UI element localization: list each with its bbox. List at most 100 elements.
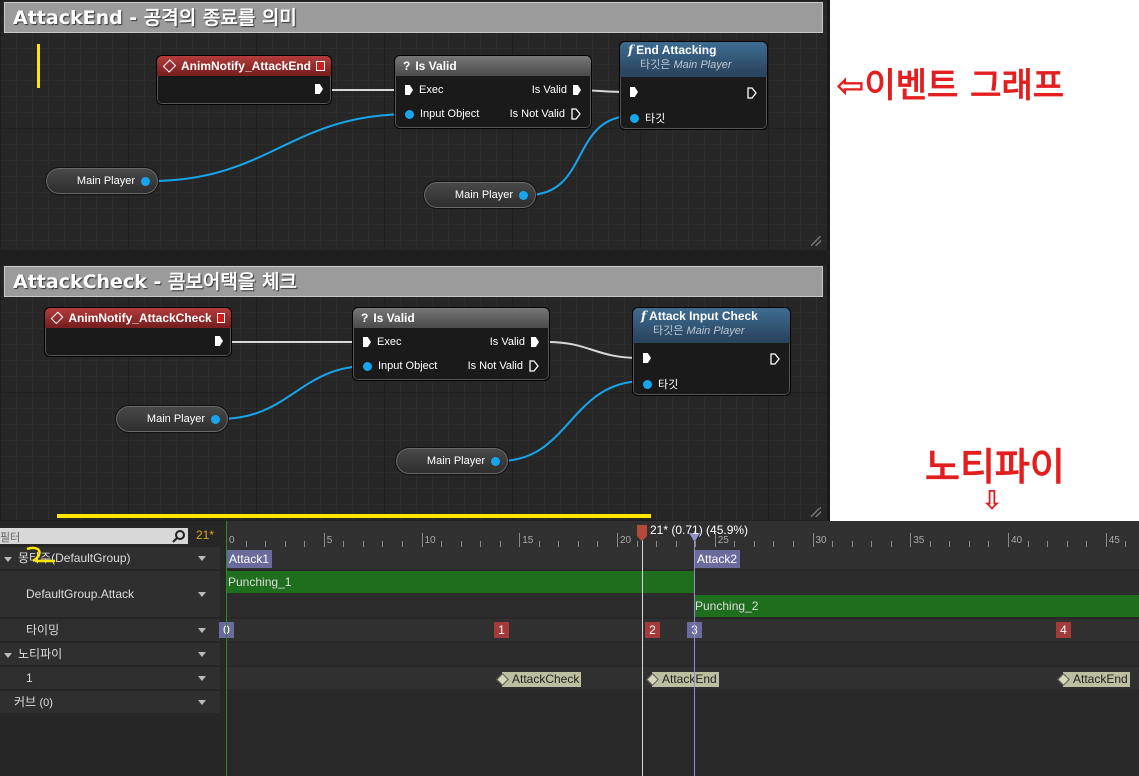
target-pin-icon[interactable]	[643, 379, 652, 389]
event-diamond-icon	[50, 311, 64, 325]
timing-marker[interactable]: 1	[494, 622, 509, 638]
delegate-pin-icon[interactable]	[316, 61, 325, 71]
variable-out-pin-icon[interactable]	[141, 176, 150, 186]
scrubber-label: 21* (0.71) (45.9%)	[650, 523, 749, 537]
filter-box[interactable]: 필터	[0, 528, 188, 544]
target-class: Main Player	[673, 59, 732, 71]
row-timing[interactable]: 타이밍	[0, 619, 220, 641]
chevron-down-icon[interactable]	[198, 556, 206, 561]
exec-in-pin-icon[interactable]	[405, 85, 413, 95]
function-node-attack-input-check[interactable]: f Attack Input Check 타깃은 Main Player 타깃	[632, 307, 791, 396]
notify-attackend[interactable]: AttackEnd	[652, 672, 719, 687]
segment-label: Punching_2	[695, 599, 759, 613]
ruler-tick-label: 35	[913, 535, 925, 546]
segment-punching-2[interactable]: Punching_2	[694, 595, 1139, 617]
variable-node-main-player[interactable]: Main Player	[423, 181, 537, 209]
is-not-valid-label: Is Not Valid	[509, 108, 565, 120]
event-node-label: AnimNotify_AttackCheck	[68, 311, 212, 325]
variable-out-pin-icon[interactable]	[211, 414, 220, 424]
exec-out-pin-icon[interactable]	[770, 353, 780, 365]
ruler-tick-label: 0	[229, 535, 235, 546]
function-icon: f	[628, 43, 634, 57]
yellow-underline-annotation	[57, 514, 651, 518]
is-valid-label: Is Valid	[531, 84, 567, 96]
ruler-tick	[519, 533, 521, 547]
exec-in-pin-icon[interactable]	[363, 337, 371, 347]
resize-grip-icon[interactable]	[811, 507, 821, 517]
isvalid-node-header: ? Is Valid	[353, 308, 549, 328]
filter-input[interactable]: 필터	[0, 529, 20, 545]
chevron-down-icon[interactable]	[198, 700, 206, 705]
exec-out-pin-icon[interactable]	[747, 87, 757, 99]
event-node-animnotify-attackcheck[interactable]: AnimNotify_AttackCheck	[44, 307, 232, 357]
exec-in-pin-icon[interactable]	[630, 87, 638, 97]
ruler-tick	[617, 533, 618, 547]
chevron-down-icon[interactable]	[198, 652, 206, 657]
event-node-animnotify-attackend[interactable]: AnimNotify_AttackEnd	[156, 55, 332, 105]
expand-arrow-icon[interactable]	[4, 653, 12, 658]
exec-in-pin-icon[interactable]	[643, 353, 651, 363]
isvalid-node[interactable]: ? Is Valid Exec Is Valid Input Object Is…	[394, 55, 592, 129]
annotation-event-graph: ⇦이벤트 그래프	[836, 66, 1065, 106]
chevron-down-icon[interactable]	[198, 592, 206, 597]
annotation-down-arrow-icon: ⇩	[981, 486, 1003, 516]
notify-attackend[interactable]: AttackEnd	[1063, 672, 1130, 687]
track-area[interactable]: 0 5 10 15 20 25 30 35 40 45 Attack1 Attack2 Punch…	[219, 521, 1139, 776]
section-attack1[interactable]: Attack1	[226, 550, 273, 568]
notify-attackcheck[interactable]: AttackCheck	[502, 672, 582, 687]
row-notify-track[interactable]: 1	[0, 667, 220, 689]
chevron-down-icon[interactable]	[198, 676, 206, 681]
panel-divider	[0, 250, 830, 264]
ruler-tick-label: 15	[522, 535, 534, 546]
track-band-timing	[226, 619, 1139, 641]
variable-node-main-player[interactable]: Main Player	[115, 405, 229, 433]
input-object-pin-icon[interactable]	[405, 109, 414, 119]
section-line	[694, 531, 695, 776]
isvalid-node-header: ? Is Valid	[395, 56, 591, 76]
segment-label: Punching_1	[228, 575, 292, 589]
input-object-label: Input Object	[378, 360, 438, 372]
ruler-tick-label: 10	[424, 535, 436, 546]
exec-out-pin-icon[interactable]	[215, 336, 223, 346]
row-notifies[interactable]: 노티파이	[0, 643, 220, 665]
is-valid-pin-icon[interactable]	[573, 85, 581, 95]
isvalid-node[interactable]: ? Is Valid Exec Is Valid Input Object Is…	[352, 307, 550, 381]
variable-out-pin-icon[interactable]	[519, 190, 528, 200]
event-graph-panel-attackcheck[interactable]: AttackCheck - 콤보어택을 체크 AnimNotify_Attack…	[0, 264, 830, 521]
montage-timeline[interactable]: 필터 21* 몽타주(DefaultGroup) DefaultGroup.At…	[0, 521, 1139, 776]
exec-pin-label: Exec	[377, 336, 402, 348]
resize-grip-icon[interactable]	[811, 236, 821, 246]
ruler-tick	[910, 533, 912, 547]
input-object-label: Input Object	[420, 108, 480, 120]
timing-marker[interactable]: 2	[645, 622, 660, 638]
isvalid-title: Is Valid	[373, 311, 415, 325]
input-object-pin-icon[interactable]	[363, 361, 372, 371]
chevron-down-icon[interactable]	[198, 628, 206, 633]
section-attack2[interactable]: Attack2	[694, 550, 741, 568]
function-node-end-attacking[interactable]: f End Attacking 타깃은 Main Player 타깃	[619, 41, 768, 130]
is-not-valid-pin-icon[interactable]	[571, 108, 581, 120]
variable-out-pin-icon[interactable]	[491, 456, 500, 466]
ruler-tick	[1105, 533, 1107, 547]
exec-out-pin-icon[interactable]	[315, 84, 323, 94]
event-graph-panel-attackend[interactable]: AttackEnd - 공격의 종료를 의미 AnimNotify_Attack…	[0, 0, 830, 250]
row-notify-track-label: 1	[26, 671, 33, 685]
delegate-pin-icon[interactable]	[216, 313, 225, 323]
segment-punching-1[interactable]: Punching_1	[226, 571, 694, 593]
row-curves[interactable]: 커브 (0)	[0, 691, 220, 713]
isvalid-title: Is Valid	[415, 59, 457, 73]
annotation-notify: 노티파이	[925, 445, 1065, 489]
is-valid-pin-icon[interactable]	[531, 337, 539, 347]
expand-arrow-icon[interactable]	[4, 557, 12, 562]
is-not-valid-label: Is Not Valid	[467, 360, 523, 372]
is-valid-label: Is Valid	[489, 336, 525, 348]
question-icon: ?	[403, 59, 411, 73]
variable-node-main-player[interactable]: Main Player	[45, 167, 159, 195]
is-not-valid-pin-icon[interactable]	[529, 360, 539, 372]
target-pin-icon[interactable]	[630, 113, 639, 123]
timing-marker[interactable]: 4	[1056, 622, 1071, 638]
variable-node-main-player[interactable]: Main Player	[395, 447, 509, 475]
row-slot[interactable]: DefaultGroup.Attack	[0, 571, 220, 617]
target-class: Main Player	[686, 325, 745, 337]
scrubber-line[interactable]	[642, 531, 643, 776]
